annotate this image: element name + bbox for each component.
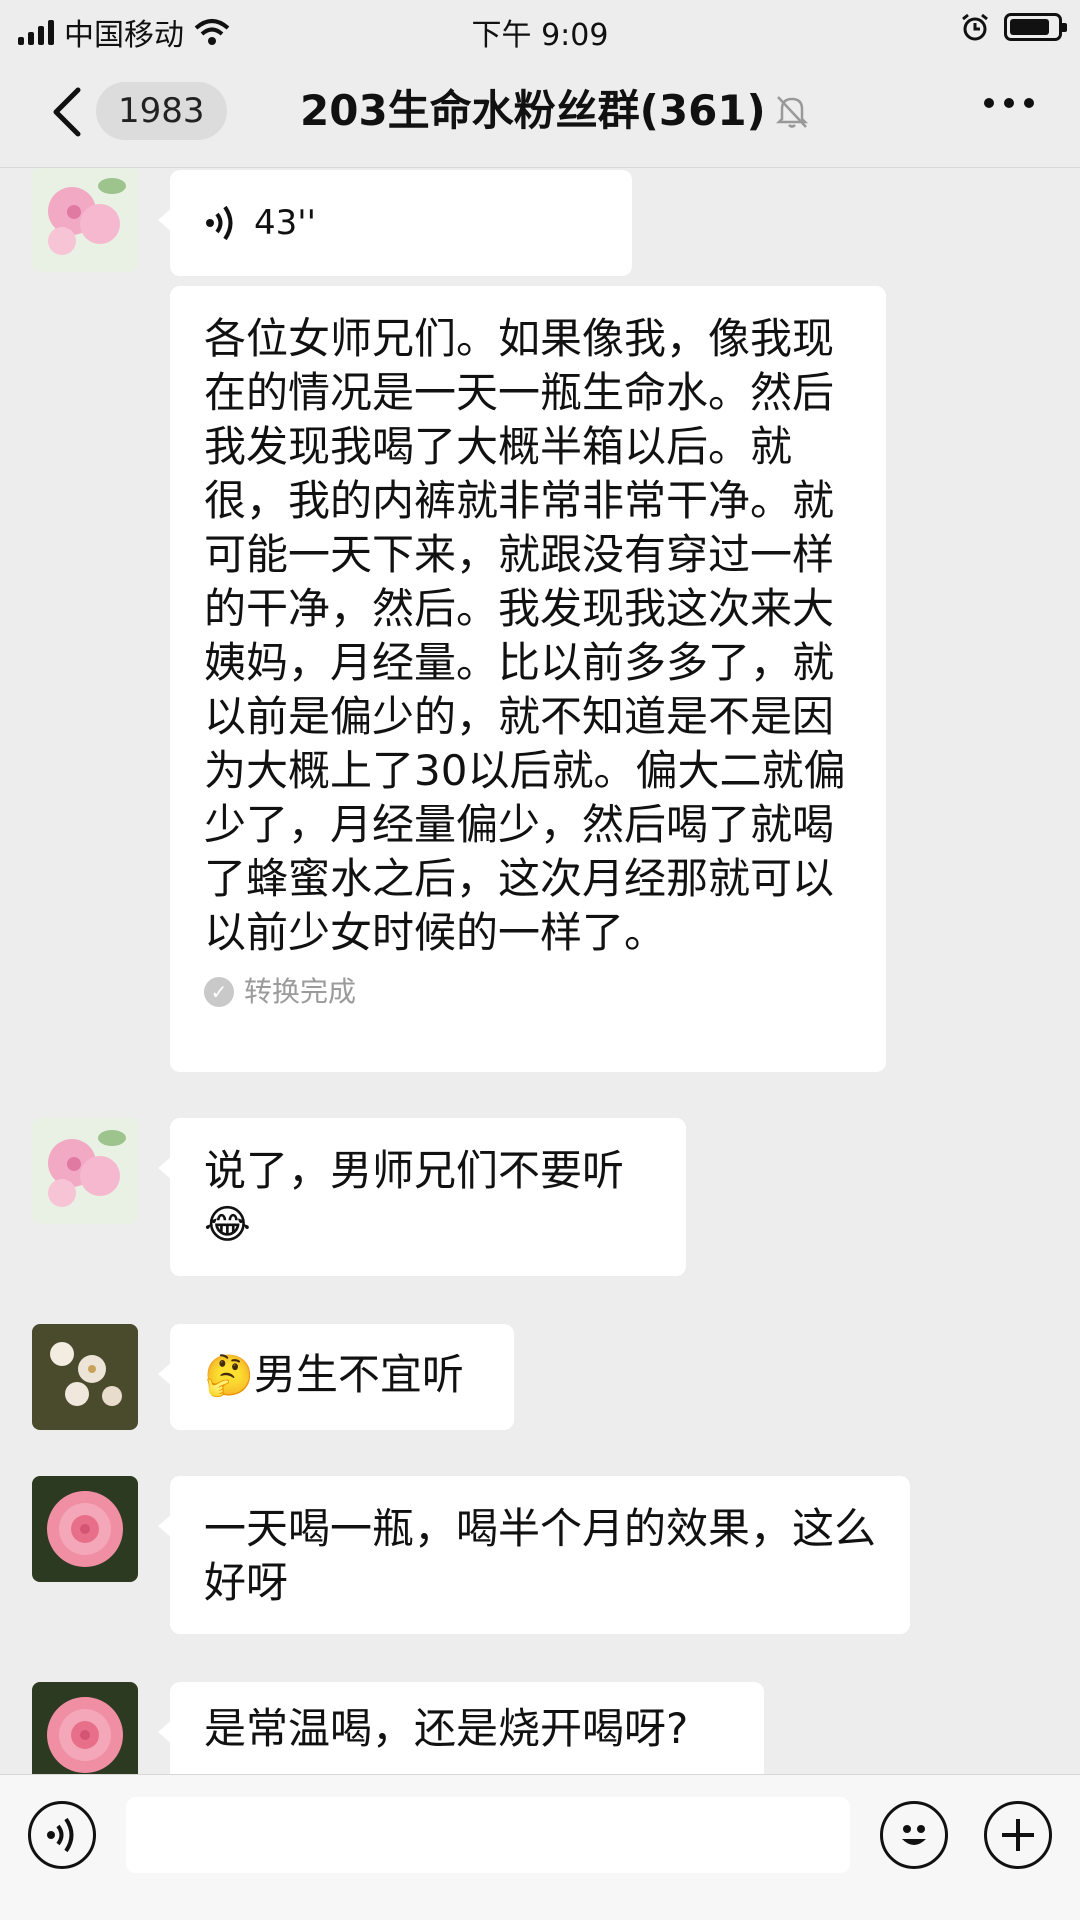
voice-wave-icon bbox=[206, 205, 233, 241]
more-dots-icon[interactable] bbox=[984, 98, 1034, 108]
thinking-emoji: 🤔 bbox=[204, 1353, 254, 1399]
unread-count-badge[interactable]: 1983 bbox=[96, 82, 227, 140]
group-title: 203生命水粉丝群(361) bbox=[300, 86, 766, 135]
message-text: 是常温喝，还是烧开喝呀? bbox=[204, 1704, 689, 1753]
avatar[interactable] bbox=[32, 1476, 138, 1582]
avatar[interactable] bbox=[32, 1682, 138, 1774]
emoji-button[interactable] bbox=[880, 1801, 948, 1869]
avatar[interactable] bbox=[32, 168, 138, 272]
plus-button[interactable] bbox=[984, 1801, 1052, 1869]
voice-input-button[interactable] bbox=[28, 1801, 96, 1869]
status-bar: 中国移动 下午 9:09 bbox=[0, 0, 1080, 56]
alarm-icon bbox=[962, 13, 988, 41]
message-input[interactable] bbox=[126, 1797, 850, 1873]
group-title-wrap: 203生命水粉丝群(361) bbox=[300, 82, 812, 140]
transcript-text: 各位女师兄们。如果像我，像我现在的情况是一天一瓶生命水。然后我发现我喝了大概半箱… bbox=[204, 314, 846, 957]
plus-icon bbox=[1002, 1819, 1034, 1851]
text-message-bubble[interactable]: 说了，男师兄们不要听 😂 bbox=[158, 1118, 686, 1276]
conversion-status: ✓ 转换完成 bbox=[204, 972, 852, 1012]
voice-message-bubble[interactable]: 43'' bbox=[158, 170, 632, 276]
text-message-bubble[interactable]: 🤔男生不宜听 bbox=[158, 1324, 514, 1430]
status-time: 下午 9:09 bbox=[471, 18, 609, 53]
battery-icon bbox=[1004, 13, 1067, 41]
voice-duration: 43'' bbox=[254, 203, 316, 243]
laughing-crying-emoji: 😂 bbox=[204, 1202, 251, 1248]
chat-messages[interactable]: 43'' 各位女师兄们。如果像我，像我现在的情况是一天一瓶生命水。然后我发现我喝… bbox=[0, 168, 1080, 1774]
check-icon: ✓ bbox=[204, 977, 234, 1007]
voice-transcript-bubble[interactable]: 各位女师兄们。如果像我，像我现在的情况是一天一瓶生命水。然后我发现我喝了大概半箱… bbox=[170, 286, 886, 1072]
text-message-bubble[interactable]: 一天喝一瓶，喝半个月的效果，这么好呀 bbox=[158, 1476, 910, 1634]
voice-wave-icon bbox=[47, 1817, 74, 1853]
input-bar bbox=[0, 1774, 1080, 1920]
conversion-status-text: 转换完成 bbox=[244, 975, 357, 1008]
smiley-icon bbox=[902, 1825, 926, 1845]
message-text: 男生不宜听 bbox=[253, 1350, 464, 1399]
avatar[interactable] bbox=[32, 1118, 138, 1224]
text-message-bubble[interactable]: 是常温喝，还是烧开喝呀? bbox=[158, 1682, 764, 1774]
message-text: 说了，男师兄们不要听 bbox=[204, 1146, 625, 1195]
message-text: 一天喝一瓶，喝半个月的效果，这么好呀 bbox=[204, 1504, 877, 1607]
avatar[interactable] bbox=[32, 1324, 138, 1430]
bell-muted-icon bbox=[775, 96, 808, 128]
chat-header: 1983 203生命水粉丝群(361) bbox=[0, 56, 1080, 168]
chevron-left-icon[interactable] bbox=[48, 86, 88, 138]
